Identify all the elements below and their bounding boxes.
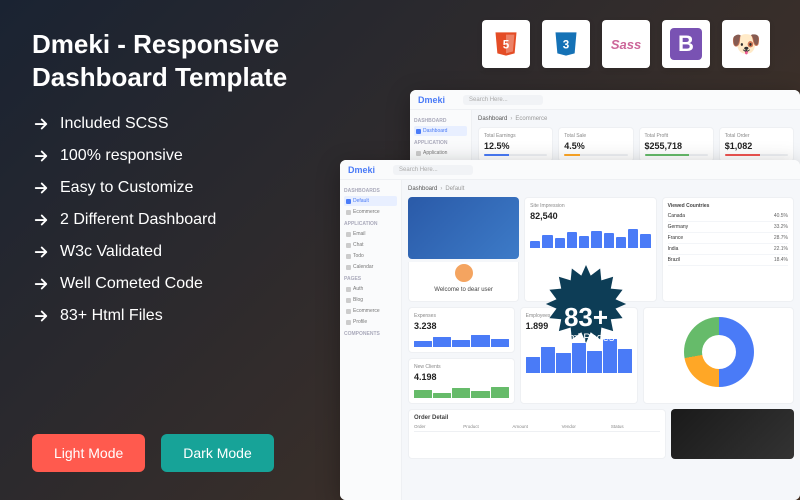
bar-chart xyxy=(530,224,650,248)
feature-item: W3c Validated xyxy=(32,243,332,261)
html5-icon: 5 xyxy=(482,20,530,68)
feature-list: Included SCSS 100% responsive Easy to Cu… xyxy=(32,115,332,325)
dark-mode-button[interactable]: Dark Mode xyxy=(161,434,273,472)
sass-icon: Sass xyxy=(602,20,650,68)
arrow-icon xyxy=(32,147,50,165)
logo: Dmeki xyxy=(418,95,445,105)
arrow-icon xyxy=(32,307,50,325)
product-image xyxy=(671,409,794,459)
donut-chart xyxy=(684,317,754,387)
feature-item: 100% responsive xyxy=(32,147,332,165)
svg-text:3: 3 xyxy=(563,39,570,52)
css3-icon: 3 xyxy=(542,20,590,68)
light-mode-button[interactable]: Light Mode xyxy=(32,434,145,472)
feature-item: Well Cometed Code xyxy=(32,275,332,293)
pug-icon: 🐶 xyxy=(722,20,770,68)
svg-text:5: 5 xyxy=(503,39,510,52)
arrow-icon xyxy=(32,243,50,261)
product-title: Dmeki - Responsive Dashboard Template xyxy=(32,28,332,93)
arrow-icon xyxy=(32,179,50,197)
logo: Dmeki xyxy=(348,165,375,175)
feature-item: 2 Different Dashboard xyxy=(32,211,332,229)
search-input[interactable]: Search Here... xyxy=(393,165,473,175)
bootstrap-icon: B xyxy=(662,20,710,68)
feature-item: Included SCSS xyxy=(32,115,332,133)
arrow-icon xyxy=(32,115,50,133)
feature-item: Easy to Customize xyxy=(32,179,332,197)
search-input[interactable]: Search Here... xyxy=(463,95,543,105)
arrow-icon xyxy=(32,275,50,293)
avatar xyxy=(453,262,475,284)
feature-item: 83+ Html Files xyxy=(32,307,332,325)
pages-badge: 83+ Html Pages xyxy=(527,265,645,383)
arrow-icon xyxy=(32,211,50,229)
hero-image xyxy=(408,197,519,259)
